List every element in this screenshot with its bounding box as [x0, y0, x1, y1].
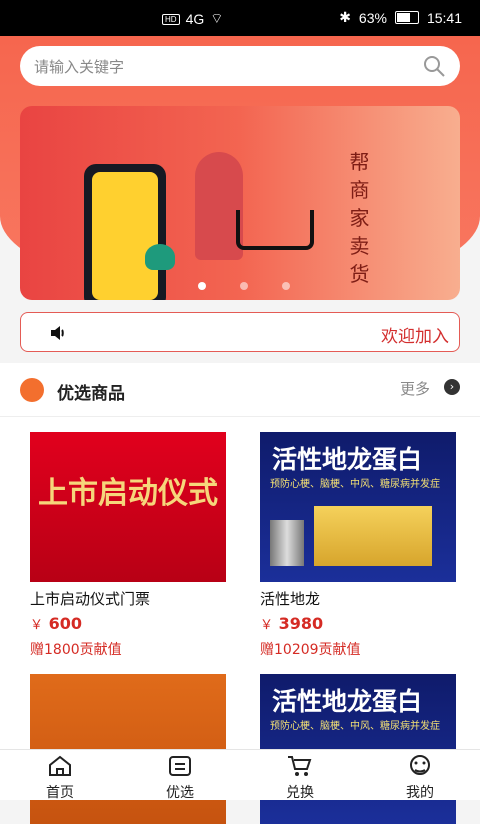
tab-home[interactable]: 首页	[0, 750, 120, 801]
search-icon[interactable]	[422, 54, 446, 78]
network-status: HD 4G ⌔	[162, 10, 223, 28]
announcement-text: 欢迎加入	[381, 327, 449, 347]
product-image-title: 活性地龙蛋白	[272, 687, 423, 716]
product-price: ￥ 3980	[260, 614, 324, 633]
search-placeholder: 请输入关键字	[34, 58, 125, 76]
battery-percentage: 63%	[358, 9, 387, 26]
product-name: 上市启动仪式门票	[30, 590, 151, 608]
carousel-dot[interactable]	[240, 282, 248, 290]
banner-slogan: 帮商家卖货	[349, 150, 370, 286]
phone-illustration	[84, 164, 166, 300]
carousel-indicators[interactable]	[198, 282, 290, 290]
carousel-dot[interactable]	[282, 282, 290, 290]
wifi-icon: ⌔	[210, 10, 224, 26]
product-container-image	[270, 520, 304, 566]
section-header: 优选商品 更多 ›	[0, 363, 480, 417]
product-name: 活性地龙	[260, 590, 321, 608]
product-image[interactable]: 活性地龙蛋白 预防心梗、脑梗、中风、糖尿病并发症	[260, 432, 456, 582]
section-title: 优选商品	[57, 384, 125, 404]
user-icon	[410, 755, 430, 775]
status-bar: HD 4G ⌔ ✱ 63% 15:41	[0, 0, 480, 36]
product-image-title: 上市启动仪式	[38, 476, 218, 511]
tab-featured[interactable]: 优选	[120, 750, 240, 801]
bluetooth-icon: ✱	[339, 9, 351, 25]
diamond-icon	[20, 378, 44, 402]
product-gift: 赠1800贡献值	[30, 642, 122, 658]
tab-label: 首页	[46, 785, 74, 801]
product-price: ￥ 600	[30, 614, 82, 633]
carousel-dot-active[interactable]	[198, 282, 206, 290]
hd-icon: HD	[162, 13, 180, 25]
product-gift: 赠10209贡献值	[260, 642, 361, 658]
product-card[interactable]: 上市启动仪式 上市启动仪式门票 ￥ 600 赠1800贡献值	[30, 432, 226, 659]
product-image-subtitle: 预防心梗、脑梗、中风、糖尿病并发症	[270, 479, 440, 490]
announcement-bar[interactable]: 欢迎加入	[20, 312, 460, 352]
phone-screen	[92, 172, 158, 300]
list-icon	[169, 756, 191, 776]
cart-icon	[288, 756, 312, 776]
chevron-right-icon[interactable]: ›	[444, 379, 460, 395]
shopping-cart-illustration	[236, 210, 314, 250]
tab-label: 优选	[166, 785, 194, 801]
device-status: ✱ 63% 15:41	[339, 9, 462, 26]
speaker-icon	[51, 326, 64, 340]
product-image-title: 活性地龙蛋白	[272, 445, 423, 474]
product-image[interactable]: 上市启动仪式	[30, 432, 226, 582]
search-field[interactable]: 请输入关键字	[20, 46, 460, 86]
more-link[interactable]: 更多	[400, 378, 430, 399]
home-icon	[49, 755, 71, 776]
promo-banner[interactable]: 帮商家卖货	[20, 106, 460, 300]
featured-products-section: 优选商品 更多 › 上市启动仪式 上市启动仪式门票 ￥ 600 赠1800贡献值…	[0, 363, 480, 824]
tab-label: 我的	[406, 785, 434, 801]
clock: 15:41	[426, 9, 462, 26]
plant-illustration	[145, 244, 175, 270]
product-box-image	[314, 506, 432, 566]
product-image-subtitle: 预防心梗、脑梗、中风、糖尿病并发症	[270, 721, 440, 732]
signal-icon: 4G	[185, 11, 205, 27]
product-card[interactable]: 活性地龙蛋白 预防心梗、脑梗、中风、糖尿病并发症 活性地龙 ￥ 3980 赠10…	[260, 432, 456, 659]
tab-profile[interactable]: 我的	[360, 750, 480, 801]
tab-exchange[interactable]: 兑换	[240, 750, 360, 801]
bottom-tab-bar: 首页 优选 兑换 我的	[0, 749, 480, 801]
battery-icon	[394, 11, 419, 24]
tab-label: 兑换	[286, 785, 314, 801]
